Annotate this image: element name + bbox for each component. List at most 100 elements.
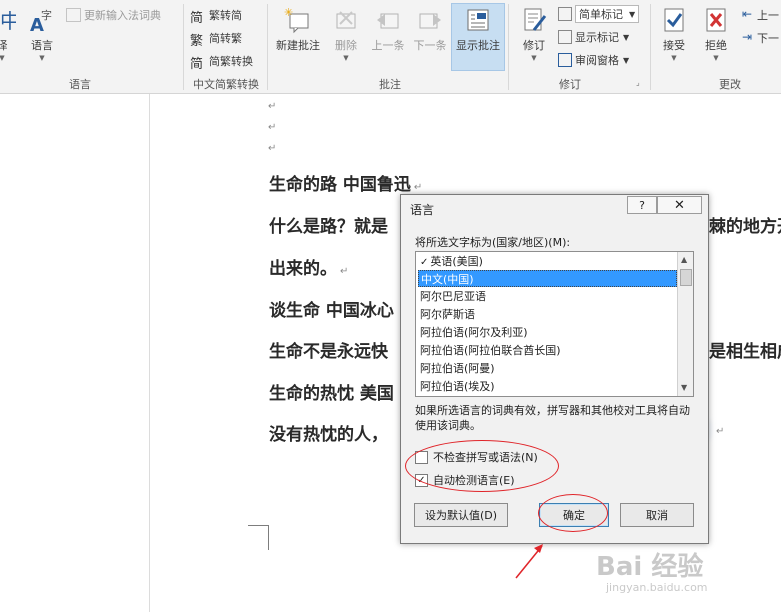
list-item[interactable]: 阿尔巴尼亚语 (418, 288, 679, 305)
list-item[interactable]: 阿尔萨斯语 (418, 306, 679, 323)
close-button[interactable]: ✕ (657, 196, 702, 214)
next-comment-button[interactable]: 下一条 (410, 4, 450, 66)
group-label-language: 语言 (69, 78, 91, 91)
accept-button[interactable]: 接受 ▼ (654, 4, 694, 66)
help-button[interactable]: ? (627, 196, 657, 214)
next-change-icon: ⇥ (742, 30, 753, 44)
spelling-check-icon: ✓ (420, 257, 429, 268)
svg-text:字: 字 (41, 8, 52, 22)
ribbon: 中 译 ▼ A 字 语言 ▼ 更新输入法词典 语言 简 繁转简 繁 简转繁 简 … (0, 0, 781, 94)
document-line[interactable]: 什么是路？就是 (269, 212, 388, 237)
close-icon: ✕ (674, 197, 685, 213)
watermark-url: jingyan.baidu.com (606, 581, 708, 594)
svg-text:中: 中 (0, 9, 16, 33)
document-line[interactable]: 谈生命 中国冰心 (269, 296, 394, 321)
red-highlight-ellipse (405, 440, 559, 492)
new-comment-icon: ✳ (284, 6, 309, 34)
accept-icon (664, 8, 684, 32)
list-item[interactable]: 阿拉伯语(阿尔及利亚) (418, 324, 679, 341)
list-item[interactable]: 阿拉伯语(阿拉伯联合酋长国) (418, 342, 679, 359)
chevron-down-icon: ▼ (623, 55, 630, 65)
previous-change-button[interactable]: ⇤ 上一 (742, 6, 779, 24)
track-changes-icon (524, 8, 547, 31)
next-change-button[interactable]: ⇥ 下一 (742, 29, 779, 47)
group-separator (267, 4, 268, 90)
show-markup-button[interactable]: 显示标记 ▼ (558, 28, 629, 46)
track-changes-button[interactable]: 修订 ▼ (514, 4, 554, 66)
chevron-down-icon: ▼ (531, 54, 537, 62)
markup-display-icon (558, 7, 572, 21)
simp-to-trad-button[interactable]: 繁 简转繁 (190, 29, 242, 49)
delete-comment-icon (336, 11, 356, 29)
list-item[interactable]: ✓ 英语(美国) (418, 253, 679, 270)
cancel-button[interactable]: 取消 (620, 503, 694, 527)
chevron-down-icon: ▼ (343, 54, 349, 62)
red-arrow-icon (515, 544, 543, 579)
document-line-tail: 是相生相成 (709, 342, 781, 362)
simp-trad-convert-button[interactable]: 简 简繁转换 (190, 52, 253, 72)
dialog-title: 语言 (410, 203, 435, 217)
document-line[interactable]: 没有热忱的人， (269, 420, 388, 445)
document-line-tail: 棘的地方开 (709, 217, 781, 237)
previous-change-icon: ⇤ (742, 7, 753, 21)
scroll-up-icon[interactable]: ▲ (681, 255, 687, 264)
list-item-selected[interactable]: 中文(中国) (418, 270, 677, 287)
group-label-comments: 批注 (379, 78, 401, 91)
scroll-down-icon[interactable]: ▼ (681, 383, 687, 392)
simp-trad-convert-icon: 简 (190, 57, 204, 72)
delete-comment-button[interactable]: 删除 ▼ (326, 4, 366, 66)
chevron-down-icon: ▼ (671, 54, 677, 62)
chevron-down-icon: ▼ (0, 54, 5, 62)
list-scrollbar[interactable]: ▲ ▼ (677, 252, 693, 396)
show-comments-icon (467, 9, 489, 31)
translate-button[interactable]: 中 译 ▼ (0, 4, 22, 66)
group-label-changes: 更改 (719, 78, 741, 91)
update-ime-dictionary-button[interactable]: 更新输入法词典 (66, 6, 161, 24)
previous-comment-icon (377, 13, 399, 29)
dictionary-icon (66, 8, 81, 22)
red-highlight-ellipse (538, 494, 608, 532)
paragraph-mark: ↵ (716, 426, 725, 437)
reject-button[interactable]: 拒绝 ▼ (696, 4, 736, 66)
paragraph-mark: ↵ (268, 122, 277, 133)
language-icon: A 字 (30, 8, 52, 34)
document-line[interactable]: 生命的路 中国鲁迅 ↵ (269, 170, 422, 195)
scrollbar-thumb[interactable] (680, 269, 692, 286)
set-default-button[interactable]: 设为默认值(D) (414, 503, 508, 527)
translate-icon: 中 (0, 9, 16, 33)
document-line[interactable]: 出来的。 ↵ (269, 254, 348, 279)
baidu-watermark: Bai 经验 jingyan.baidu.com (596, 546, 746, 602)
chevron-down-icon: ▼ (629, 9, 636, 19)
next-comment-icon (419, 13, 441, 29)
reviewing-pane-icon (558, 53, 572, 67)
reviewing-pane-button[interactable]: 审阅窗格 ▼ (558, 51, 629, 69)
language-dialog: 语言 ? ✕ 将所选文字标为(国家/地区)(M): ✓ 英语(美国) 中文(中国)… (400, 194, 709, 544)
page-corner-mark (248, 525, 269, 550)
new-comment-button[interactable]: ✳ 新建批注 (272, 4, 324, 66)
show-comments-button[interactable]: 显示批注 (451, 3, 505, 71)
language-button[interactable]: A 字 语言 ▼ (22, 4, 62, 66)
language-prompt-label: 将所选文字标为(国家/地区)(M): (415, 236, 571, 249)
list-item[interactable]: 阿拉伯语(埃及) (418, 378, 679, 395)
dialog-launcher-icon[interactable]: ⌟ (636, 78, 640, 87)
document-left-margin (0, 94, 150, 612)
chevron-down-icon: ▼ (623, 32, 630, 42)
svg-text:✳: ✳ (284, 6, 293, 19)
group-separator (508, 4, 509, 90)
paragraph-mark: ↵ (268, 101, 277, 112)
dictionary-note: 如果所选语言的词典有效，拼写器和其他校对工具将自动使用该词典。 (415, 404, 690, 432)
group-separator (650, 4, 651, 90)
paragraph-mark: ↵ (268, 143, 277, 154)
list-item[interactable]: 阿拉伯语(阿曼) (418, 360, 679, 377)
document-line[interactable]: 生命不是永远快 (269, 337, 388, 362)
reject-icon (706, 8, 726, 32)
previous-comment-button[interactable]: 上一条 (368, 4, 408, 66)
trad-to-simp-button[interactable]: 简 繁转简 (190, 6, 242, 26)
markup-display-dropdown[interactable]: 简单标记 ▼ (558, 5, 640, 23)
document-line[interactable]: 生命的热忱 美国 (269, 379, 394, 404)
show-markup-icon (558, 30, 572, 44)
group-label-tracking: 修订 (559, 78, 581, 91)
group-label-chinese-conversion: 中文简繁转换 (193, 78, 259, 91)
trad-to-simp-icon: 简 (190, 11, 204, 26)
language-listbox[interactable]: ✓ 英语(美国) 中文(中国) 阿尔巴尼亚语 阿尔萨斯语 阿拉伯语(阿尔及利亚) … (415, 251, 694, 397)
